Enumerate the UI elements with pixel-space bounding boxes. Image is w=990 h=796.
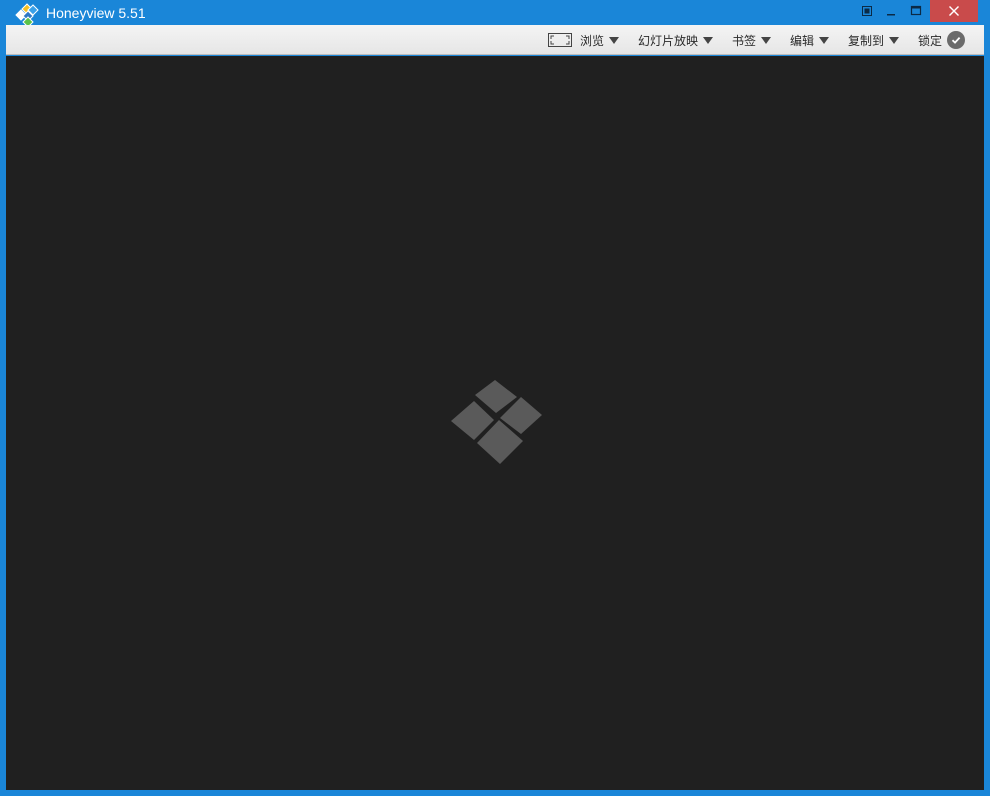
close-icon	[949, 6, 959, 16]
fullscreen-icon	[862, 6, 872, 16]
honeyview-placeholder-logo-icon	[451, 380, 542, 464]
image-viewer-area[interactable]	[6, 56, 984, 790]
copy-to-label: 复制到	[848, 33, 885, 48]
lock-toggle-button[interactable]: 锁定	[918, 25, 966, 55]
chevron-down-icon	[889, 37, 900, 44]
window-title: Honeyview 5.51	[46, 5, 146, 21]
fit-screen-icon	[548, 33, 572, 47]
fullscreen-button[interactable]	[856, 0, 878, 22]
edit-label: 编辑	[790, 33, 815, 48]
maximize-icon	[910, 5, 922, 16]
close-button[interactable]	[930, 0, 978, 22]
lock-label: 锁定	[918, 33, 943, 48]
edit-menu-button[interactable]: 编辑	[790, 25, 830, 55]
bookmark-label: 书签	[732, 33, 757, 48]
bookmark-menu-button[interactable]: 书签	[732, 25, 772, 55]
main-toolbar: 浏览 幻灯片放映 书签 编辑 复制到 锁定	[6, 25, 984, 55]
app-window: Honeyview 5.51 浏览 幻灯片放映 书签 编辑 复制到 锁定	[0, 0, 990, 796]
title-bar[interactable]: Honeyview 5.51	[0, 0, 990, 28]
minimize-icon	[887, 14, 895, 16]
browse-label: 浏览	[580, 33, 605, 48]
minimize-button[interactable]	[880, 0, 902, 22]
slideshow-label: 幻灯片放映	[638, 33, 699, 48]
maximize-button[interactable]	[905, 0, 927, 22]
chevron-down-icon	[703, 37, 714, 44]
chevron-down-icon	[761, 37, 772, 44]
chevron-down-icon	[819, 37, 830, 44]
browse-menu-button[interactable]: 浏览	[548, 25, 620, 55]
chevron-down-icon	[609, 37, 620, 44]
copy-to-menu-button[interactable]: 复制到	[848, 25, 900, 55]
check-circle-icon	[947, 31, 966, 49]
slideshow-menu-button[interactable]: 幻灯片放映	[638, 25, 714, 55]
